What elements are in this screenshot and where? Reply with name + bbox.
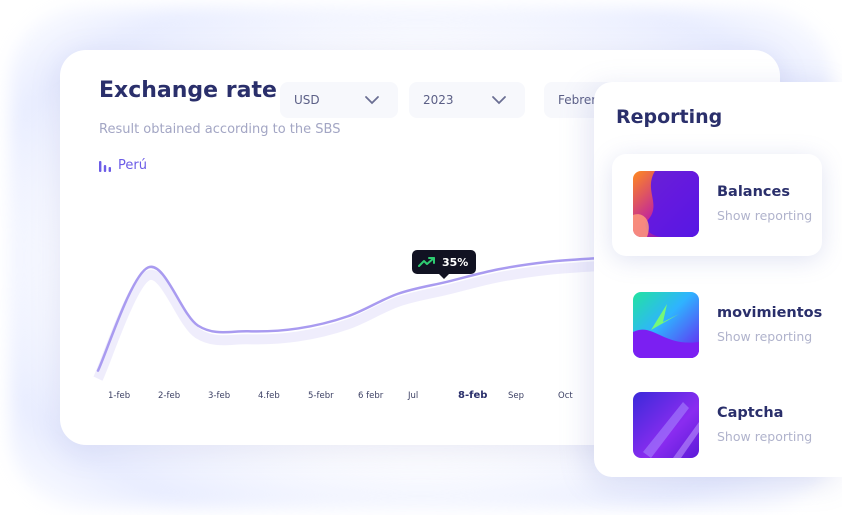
x-tick-label: 5-febr: [308, 391, 334, 401]
trending-up-icon: [418, 257, 435, 267]
report-name: Balances: [717, 184, 790, 200]
report-name: Captcha: [717, 405, 784, 421]
x-tick-label: 1-feb: [108, 391, 131, 401]
reporting-panel: Reporting Balances Show reporting movimi…: [594, 82, 842, 477]
x-tick-label: 8-feb: [458, 390, 488, 401]
report-name: movimientos: [717, 305, 823, 321]
report-item-balances[interactable]: Balances Show reporting: [612, 154, 822, 256]
movimientos-thumbnail: [633, 292, 699, 358]
x-tick-label: 2-feb: [158, 391, 181, 401]
x-tick-label: Oct: [558, 391, 573, 401]
balances-thumbnail: [633, 171, 699, 237]
trend-badge-value: 35%: [442, 255, 469, 269]
reporting-title: Reporting: [616, 106, 723, 128]
x-tick-label: 6 febr: [358, 391, 384, 401]
x-tick-label: Sep: [508, 391, 525, 401]
trend-badge: 35%: [412, 250, 476, 279]
show-reporting-link[interactable]: Show reporting: [717, 329, 812, 344]
x-tick-label: 3-feb: [208, 391, 231, 401]
series-line-shadow: [93, 261, 599, 381]
report-item-captcha[interactable]: Captcha Show reporting: [612, 375, 822, 477]
show-reporting-link[interactable]: Show reporting: [717, 208, 812, 223]
x-tick-label: 4.feb: [258, 391, 280, 401]
report-item-movimientos[interactable]: movimientos Show reporting: [612, 275, 822, 377]
x-tick-label: Jul: [408, 391, 419, 401]
show-reporting-link[interactable]: Show reporting: [717, 429, 812, 444]
captcha-thumbnail: [633, 392, 699, 458]
